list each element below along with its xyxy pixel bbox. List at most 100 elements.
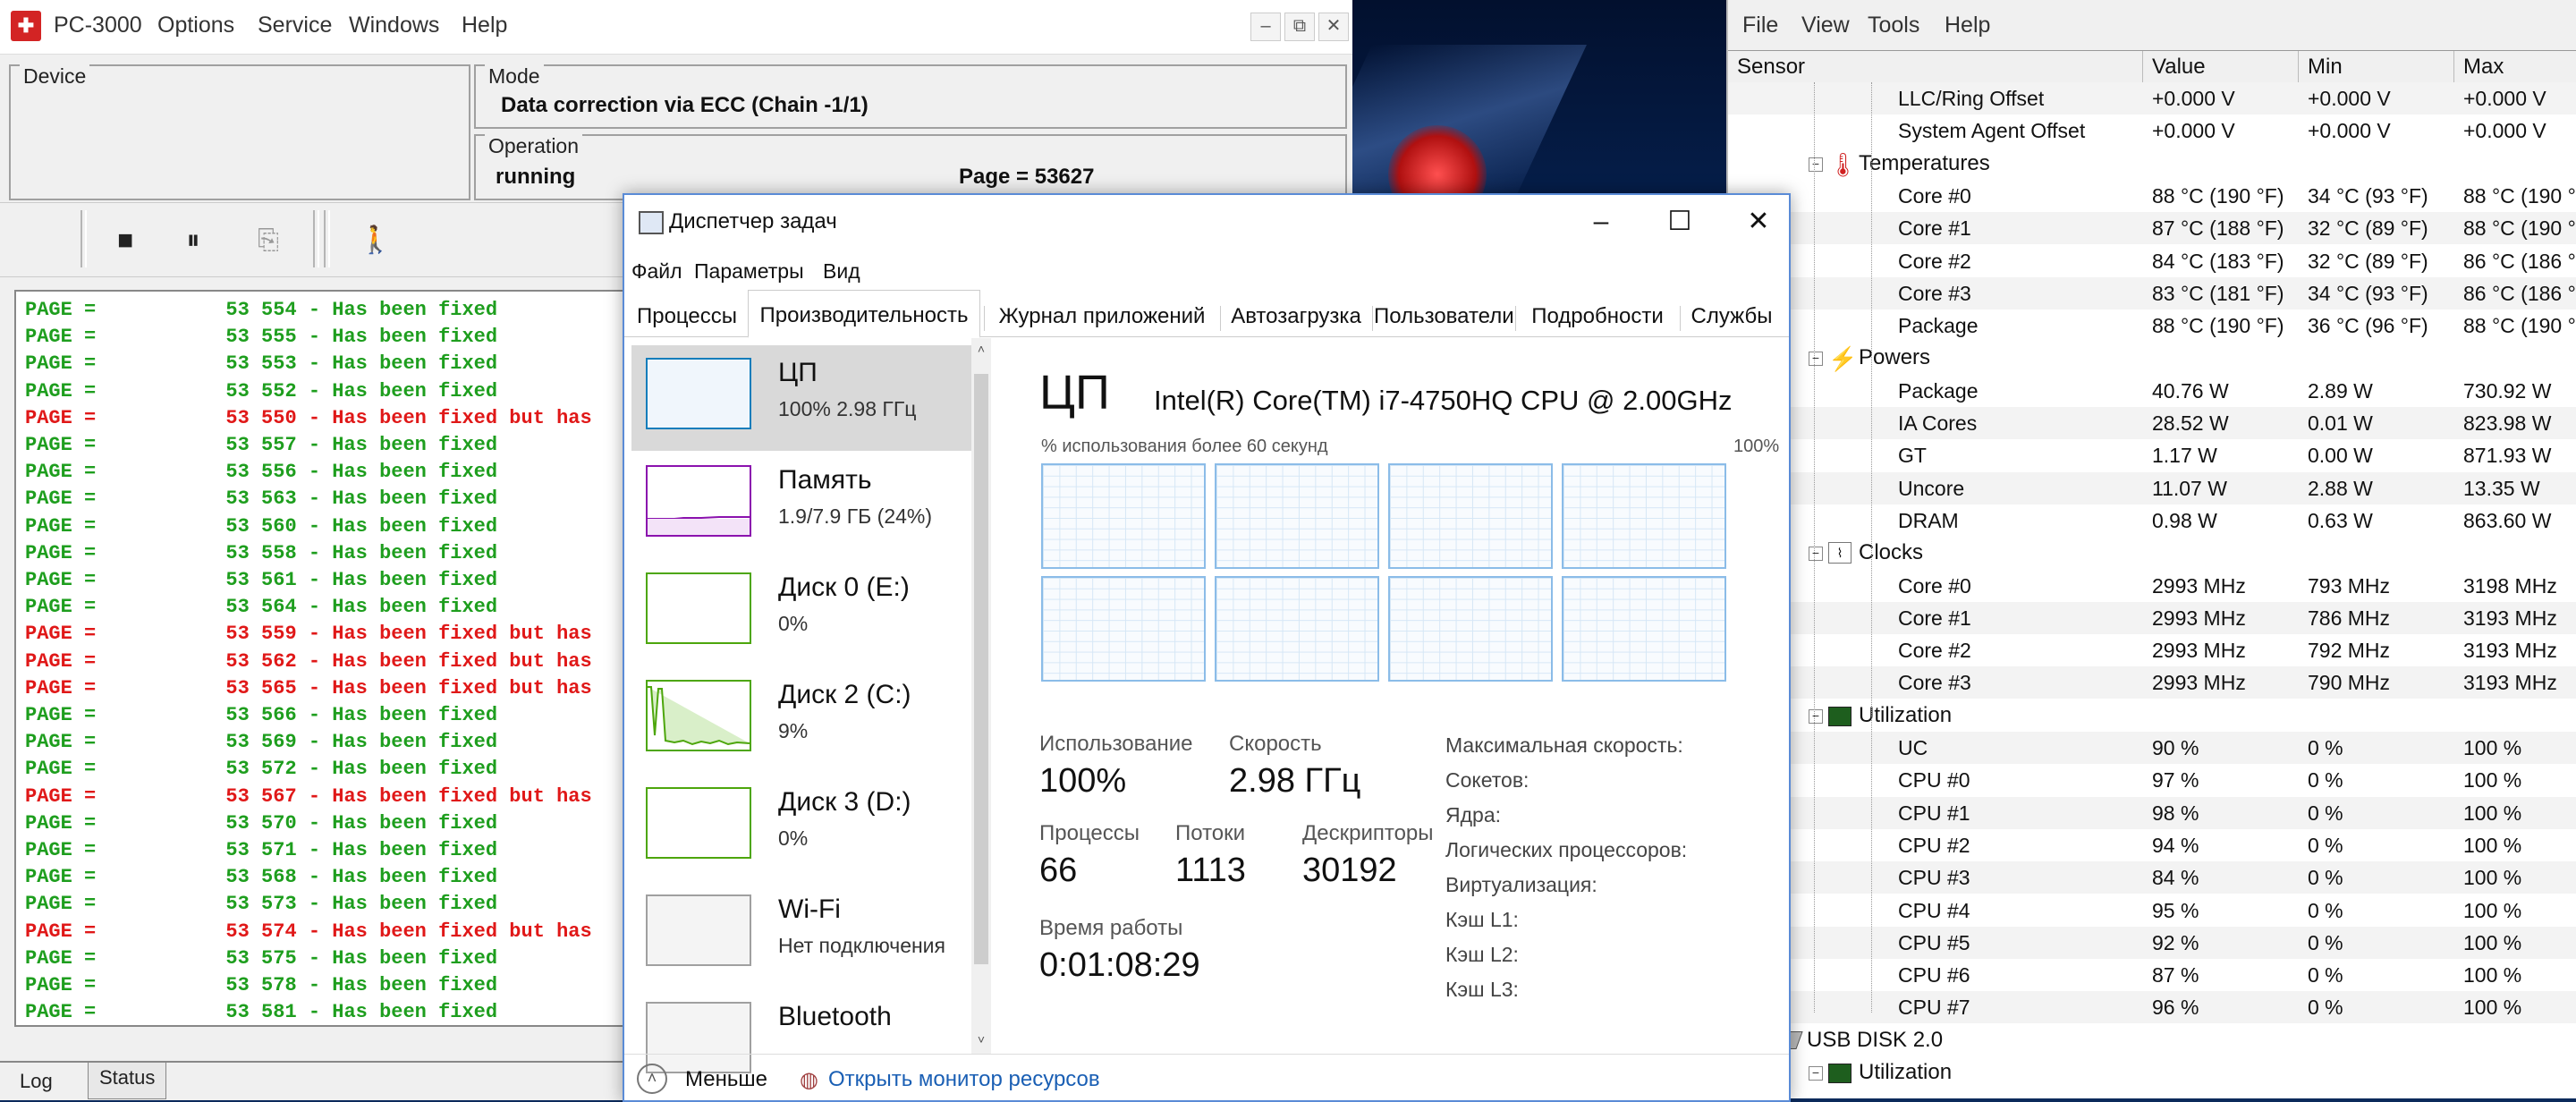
sidebar-item-memory[interactable]: Память 1.9/7.9 ГБ (24%)	[631, 453, 971, 558]
menu-tools[interactable]: Tools	[1868, 13, 1919, 38]
col-value[interactable]: Value	[2143, 51, 2299, 83]
minimize-icon[interactable]: –	[1574, 206, 1628, 238]
sidebar-item-disk3[interactable]: Диск 3 (D:) 0%	[631, 775, 971, 880]
sensor-group-row[interactable]: − Utilization	[1728, 1056, 2576, 1089]
sensor-row[interactable]: CPU #0 97 % 0 % 100 %	[1728, 764, 2576, 796]
sensor-row[interactable]: CPU #3 84 % 0 % 100 %	[1728, 861, 2576, 894]
sensor-row[interactable]: IA Cores 28.52 W 0.01 W 823.98 W	[1728, 407, 2576, 439]
sensor-row[interactable]: CPU #1 98 % 0 % 100 %	[1728, 796, 2576, 829]
sensor-value: 2993 MHz	[2152, 671, 2246, 695]
restore-icon[interactable]: ⧉	[1284, 13, 1315, 41]
sensor-row[interactable]: Core #2 2993 MHz 792 MHz 3193 MHz	[1728, 634, 2576, 666]
sensor-row[interactable]: Package 88 °C (190 °F) 36 °C (96 °F) 88 °C …	[1728, 309, 2576, 342]
tab-details[interactable]: Подробности	[1517, 299, 1678, 335]
col-max[interactable]: Max	[2454, 51, 2576, 83]
sensor-row[interactable]: CPU #2 94 % 0 % 100 %	[1728, 829, 2576, 861]
sidebar-thumbnail	[646, 680, 751, 751]
sensor-row[interactable]: Core #1 2993 MHz 786 MHz 3193 MHz	[1728, 601, 2576, 634]
sensor-group-row[interactable]: USB DISK 2.0	[1728, 1024, 2576, 1056]
stop-icon[interactable]: ■	[104, 219, 147, 262]
collapse-icon[interactable]: −	[1809, 708, 1823, 724]
sensor-row[interactable]: Core #1 87 °C (188 °F) 32 °C (89 °F) 88 °C …	[1728, 212, 2576, 245]
tab-services[interactable]: Службы	[1682, 299, 1782, 335]
collapse-icon[interactable]: −	[1809, 547, 1823, 562]
sensor-group-row[interactable]: − 🌡 Temperatures	[1728, 148, 2576, 180]
menu-options[interactable]: Параметры	[694, 259, 804, 284]
sensor-row[interactable]: DRAM 0.98 W 0.63 W 863.60 W	[1728, 504, 2576, 537]
menu-help[interactable]: Help	[462, 13, 507, 38]
sensor-row[interactable]: CPU #5 92 % 0 % 100 %	[1728, 926, 2576, 959]
exit-icon[interactable]: 🚶	[354, 219, 397, 262]
scroll-thumb[interactable]	[974, 374, 988, 964]
spec-label: Кэш L3:	[1445, 978, 1519, 1001]
tab-app-history[interactable]: Журнал приложений	[986, 299, 1218, 335]
sensor-row[interactable]: System Agent Offset +0.000 V +0.000 V +0.00…	[1728, 114, 2576, 147]
apply-icon[interactable]: ⎘	[247, 219, 290, 262]
sensor-min: 0.01 W	[2308, 411, 2373, 435]
collapse-icon[interactable]: −	[1809, 1066, 1823, 1081]
scroll-down-icon[interactable]: ˅	[974, 1032, 988, 1050]
scroll-up-icon[interactable]: ˄	[974, 342, 988, 360]
sensor-min: 0.00 W	[2308, 444, 2373, 468]
sidebar-item-wifi[interactable]: Wi-Fi Нет подключения	[631, 882, 971, 988]
tab-processes[interactable]: Процессы	[630, 299, 744, 335]
sensor-row[interactable]: Core #0 2993 MHz 793 MHz 3198 MHz	[1728, 570, 2576, 602]
sidebar-scrollbar[interactable]: ˄ ˅	[971, 338, 991, 1054]
tm-sidebar: ЦП 100% 2.98 ГГц Память 1.9/7.9 ГБ (24%) Дис…	[624, 338, 991, 1073]
sensor-group-row[interactable]: − ⚡ Powers	[1728, 342, 2576, 374]
sidebar-item-disk0[interactable]: Диск 0 (E:) 0%	[631, 560, 971, 665]
collapse-icon[interactable]: −	[1809, 157, 1823, 172]
tab-users[interactable]: Пользователи	[1374, 299, 1514, 335]
graph-max: 100%	[1733, 437, 1780, 456]
fewer-details-link[interactable]: Меньше	[685, 1067, 767, 1092]
sensor-row[interactable]: Package 40.76 W 2.89 W 730.92 W	[1728, 375, 2576, 407]
sensor-row[interactable]: CPU #7 96 % 0 % 100 %	[1728, 991, 2576, 1024]
pause-icon[interactable]: ⏸	[172, 219, 215, 262]
hwinfo-menubar: File View Tools Help	[1728, 0, 2576, 50]
sensor-group-row[interactable]: − Utilization	[1728, 699, 2576, 732]
sidebar-item-detail: 0%	[778, 826, 809, 850]
sidebar-item-disk2[interactable]: Диск 2 (C:) 9%	[631, 667, 971, 773]
sensor-row[interactable]: Core #2 84 °C (183 °F) 32 °C (89 °F) 86 °C …	[1728, 245, 2576, 277]
menu-service[interactable]: Service	[258, 13, 332, 38]
menu-view[interactable]: View	[1801, 13, 1850, 38]
col-min[interactable]: Min	[2299, 51, 2454, 83]
minimize-icon[interactable]: –	[1250, 13, 1281, 41]
sensor-row[interactable]: UC 90 % 0 % 100 %	[1728, 732, 2576, 764]
sensor-group-row[interactable]: − ⌇ Clocks	[1728, 537, 2576, 569]
sensor-row[interactable]: Core #0 88 °C (190 °F) 34 °C (93 °F) 88 °C …	[1728, 180, 2576, 212]
handles-value: 30192	[1302, 852, 1397, 889]
sensor-row[interactable]: Uncore 11.07 W 2.88 W 13.35 W	[1728, 471, 2576, 504]
sensor-row[interactable]: Core #3 2993 MHz 790 MHz 3193 MHz	[1728, 666, 2576, 699]
tree-guide-line	[1871, 82, 1872, 1013]
sensor-max: 88 °C (190 °	[2463, 314, 2576, 338]
maximize-icon[interactable]: ☐	[1653, 206, 1707, 238]
resource-monitor-link[interactable]: Открыть монитор ресурсов	[828, 1067, 1100, 1092]
sensor-row[interactable]: CPU #4 95 % 0 % 100 %	[1728, 894, 2576, 927]
col-sensor[interactable]: Sensor	[1728, 51, 2143, 83]
collapse-icon[interactable]: −	[1809, 352, 1823, 367]
log-line: PAGE = 53 552 - Has been fixed	[25, 379, 498, 403]
sensor-max: 100 %	[2463, 736, 2522, 759]
sensor-row[interactable]: LLC/Ring Offset +0.000 V +0.000 V +0.000 V	[1728, 82, 2576, 114]
close-icon[interactable]: ✕	[1318, 13, 1349, 41]
sensor-row[interactable]: CPU #6 87 % 0 % 100 %	[1728, 959, 2576, 991]
menu-windows[interactable]: Windows	[349, 13, 439, 38]
sidebar-item-cpu[interactable]: ЦП 100% 2.98 ГГц	[631, 345, 971, 451]
tab-log[interactable]: Log	[9, 1066, 64, 1102]
tab-startup[interactable]: Автозагрузка	[1222, 299, 1370, 335]
log-panel[interactable]: PAGE = 53 554 - Has been fixed PAGE = 53 …	[14, 290, 644, 1027]
close-icon[interactable]: ✕	[1732, 206, 1785, 238]
menu-options[interactable]: Options	[157, 13, 234, 38]
tab-performance[interactable]: Производительность	[748, 290, 980, 338]
sensor-row[interactable]: Core #3 83 °C (181 °F) 34 °C (93 °F) 86 °C …	[1728, 276, 2576, 309]
menu-file[interactable]: File	[1742, 13, 1778, 38]
sensor-max: 3198 MHz	[2463, 573, 2557, 598]
pc3000-title: PC-3000	[54, 13, 142, 38]
tab-status[interactable]: Status	[88, 1063, 167, 1099]
sensor-row[interactable]: GT 1.17 W 0.00 W 871.93 W	[1728, 439, 2576, 471]
menu-file[interactable]: Файл	[631, 259, 682, 284]
menu-help[interactable]: Help	[1945, 13, 1990, 38]
fewer-details-icon[interactable]: ˄	[637, 1064, 667, 1094]
menu-view[interactable]: Вид	[823, 259, 860, 284]
